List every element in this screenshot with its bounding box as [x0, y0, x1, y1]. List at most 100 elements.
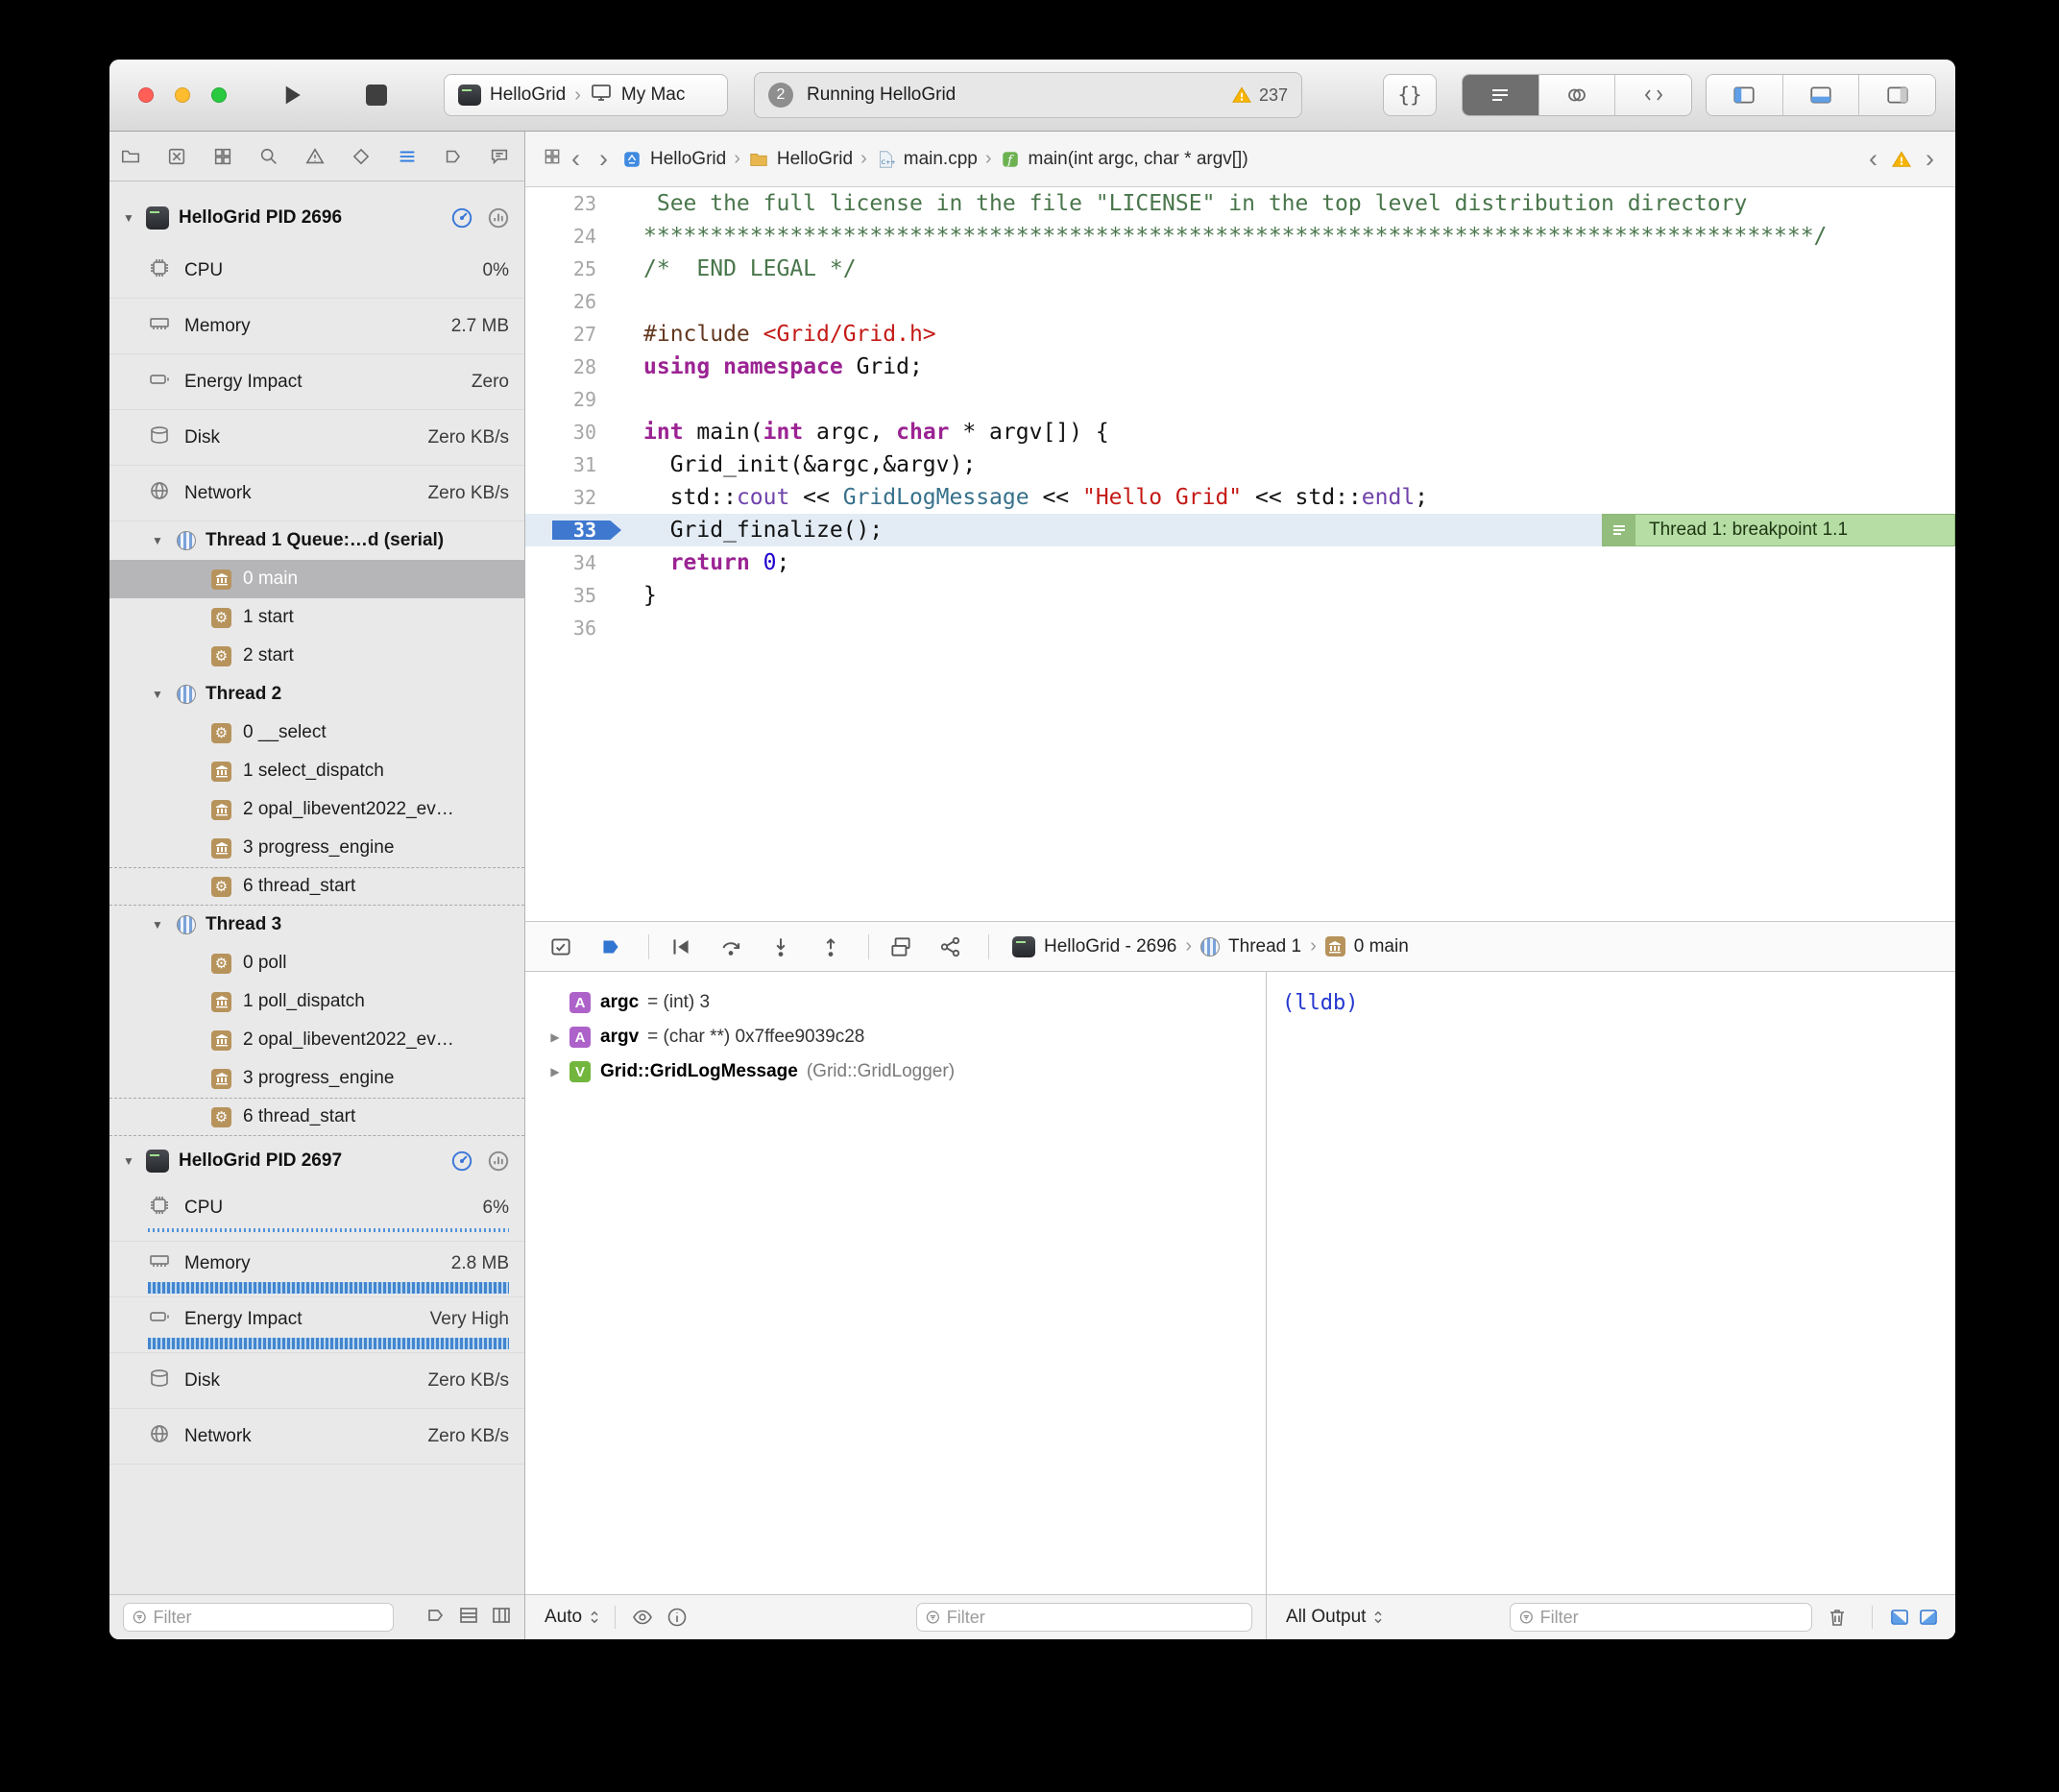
breakpoints-toggle-button[interactable] — [596, 932, 625, 961]
disclosure-triangle-icon[interactable]: ▶ — [541, 1065, 569, 1078]
symbol-navigator-icon[interactable] — [209, 143, 236, 170]
stack-frame-row[interactable]: 2 opal_libevent2022_ev… — [109, 1021, 524, 1059]
breadcrumb-thread[interactable]: Thread 1 — [1228, 936, 1301, 957]
continue-button[interactable] — [666, 932, 695, 961]
source-editor[interactable]: 23 See the full license in the file "LIC… — [525, 187, 1955, 921]
stack-frame-row[interactable]: 1 select_dispatch — [109, 752, 524, 790]
variable-row[interactable]: ▶VGrid::GridLogMessage(Grid::GridLogger) — [525, 1054, 1266, 1089]
assistant-editor-button[interactable] — [1538, 75, 1615, 115]
stack-frame-row[interactable]: ⚙0 __select — [109, 714, 524, 752]
bars-gauge-icon[interactable] — [486, 206, 511, 230]
disclosure-triangle-icon[interactable]: ▼ — [152, 534, 167, 547]
stack-frame-row[interactable]: ⚙0 poll — [109, 944, 524, 982]
code-line-29[interactable]: 29 — [525, 383, 1955, 416]
breadcrumb-group[interactable]: HelloGrid — [748, 149, 853, 170]
line-number[interactable]: 32 — [525, 486, 606, 509]
view-hierarchy-button[interactable] — [886, 932, 915, 961]
breadcrumb-symbol[interactable]: f main(int argc, char * argv[]) — [1000, 149, 1248, 170]
previous-issue-button[interactable]: ‹ — [1865, 146, 1881, 172]
breakpoint-navigator-icon[interactable] — [440, 143, 467, 170]
code-line-24[interactable]: 24**************************************… — [525, 220, 1955, 253]
debug-navigator-icon[interactable] — [394, 143, 421, 170]
step-over-button[interactable] — [716, 932, 745, 961]
code-line-32[interactable]: 32 std::cout << GridLogMessage << "Hello… — [525, 481, 1955, 514]
source-control-navigator-icon[interactable] — [163, 143, 190, 170]
code-line-33[interactable]: 33 Grid_finalize();Thread 1: breakpoint … — [525, 514, 1955, 546]
info-icon[interactable] — [664, 1604, 690, 1631]
disclosure-triangle-icon[interactable]: ▶ — [541, 1030, 569, 1044]
related-items-icon[interactable] — [543, 147, 562, 172]
process-header[interactable]: ▼HelloGrid PID 2697 — [109, 1136, 524, 1186]
speedometer-gauge-icon[interactable] — [449, 206, 474, 230]
code-line-26[interactable]: 26 — [525, 285, 1955, 318]
breadcrumb-project[interactable]: HelloGrid — [621, 149, 726, 170]
toggle-variables-pane-button[interactable] — [1886, 1604, 1913, 1631]
stack-frame-row[interactable]: 1 poll_dispatch — [109, 982, 524, 1021]
memory-graph-button[interactable] — [936, 932, 965, 961]
minimize-button[interactable] — [175, 87, 190, 103]
forward-button[interactable]: › — [590, 146, 618, 172]
stack-frame-row[interactable]: 0 main — [109, 560, 524, 598]
thread-row[interactable]: ▼Thread 1 Queue:…d (serial) — [109, 521, 524, 560]
speedometer-gauge-icon[interactable] — [449, 1149, 474, 1174]
zoom-button[interactable] — [211, 87, 227, 103]
code-line-35[interactable]: 35} — [525, 579, 1955, 612]
line-number[interactable]: 25 — [525, 257, 606, 280]
line-number[interactable]: 36 — [525, 617, 606, 640]
run-button[interactable] — [273, 76, 311, 114]
code-line-30[interactable]: 30int main(int argc, char * argv[]) { — [525, 416, 1955, 448]
stack-frame-row[interactable]: 2 opal_libevent2022_ev… — [109, 790, 524, 829]
code-line-28[interactable]: 28using namespace Grid; — [525, 351, 1955, 383]
debug-area-toggle-button[interactable] — [546, 932, 575, 961]
console-scope-selector[interactable]: All Output — [1286, 1607, 1385, 1628]
clear-console-trash-button[interactable] — [1824, 1604, 1851, 1631]
quicklook-eye-icon[interactable] — [629, 1604, 656, 1631]
line-number[interactable]: 24 — [525, 225, 606, 248]
breadcrumb-frame[interactable]: 0 main — [1354, 936, 1409, 957]
variables-filter-field[interactable] — [916, 1603, 1252, 1632]
next-issue-button[interactable]: › — [1922, 146, 1938, 172]
line-number[interactable]: 26 — [525, 290, 606, 313]
variable-row[interactable]: Aargc= (int) 3 — [525, 985, 1266, 1020]
bars-gauge-icon[interactable] — [486, 1149, 511, 1174]
disclosure-triangle-icon[interactable]: ▼ — [123, 1154, 138, 1168]
console-filter-input[interactable] — [1540, 1608, 1804, 1628]
code-line-34[interactable]: 34 return 0; — [525, 546, 1955, 579]
version-editor-button[interactable] — [1614, 75, 1691, 115]
thread-row[interactable]: ▼Thread 3 — [109, 906, 524, 944]
code-line-25[interactable]: 25/* END LEGAL */ — [525, 253, 1955, 285]
breadcrumb-file[interactable]: C++ main.cpp — [875, 149, 978, 170]
breakpoints-filter-icon[interactable] — [424, 1604, 448, 1632]
breadcrumb-process[interactable]: HelloGrid - 2696 — [1044, 936, 1176, 957]
toggle-debug-area-button[interactable] — [1782, 75, 1859, 115]
line-number[interactable]: 23 — [525, 192, 606, 215]
line-number[interactable]: 30 — [525, 421, 606, 444]
stack-frame-row[interactable]: ⚙6 thread_start — [109, 867, 524, 906]
test-navigator-icon[interactable] — [348, 143, 375, 170]
find-navigator-icon[interactable] — [255, 143, 282, 170]
thread-row[interactable]: ▼Thread 2 — [109, 675, 524, 714]
close-button[interactable] — [138, 87, 154, 103]
line-number[interactable]: 28 — [525, 355, 606, 378]
stack-frame-row[interactable]: ⚙6 thread_start — [109, 1098, 524, 1136]
task-count-badge[interactable]: 2 — [768, 83, 793, 108]
variables-filter-input[interactable] — [947, 1608, 1244, 1628]
process-header[interactable]: ▼HelloGrid PID 2696 — [109, 193, 524, 243]
line-number[interactable]: 34 — [525, 551, 606, 574]
line-number[interactable]: 29 — [525, 388, 606, 411]
project-navigator-icon[interactable] — [117, 143, 144, 170]
code-line-23[interactable]: 23 See the full license in the file "LIC… — [525, 187, 1955, 220]
console-output[interactable]: (lldb) — [1267, 972, 1955, 1594]
line-number[interactable]: 31 — [525, 453, 606, 476]
toggle-inspector-button[interactable] — [1858, 75, 1935, 115]
disclosure-triangle-icon[interactable]: ▼ — [123, 211, 138, 225]
stack-frame-row[interactable]: ⚙1 start — [109, 598, 524, 637]
step-out-button[interactable] — [816, 932, 845, 961]
code-line-27[interactable]: 27#include <Grid/Grid.h> — [525, 318, 1955, 351]
stop-button[interactable] — [357, 76, 396, 114]
line-number[interactable]: 35 — [525, 584, 606, 607]
console-filter-field[interactable] — [1510, 1603, 1812, 1632]
step-into-button[interactable] — [766, 932, 795, 961]
navigator-filter-input[interactable] — [153, 1608, 385, 1628]
code-line-31[interactable]: 31 Grid_init(&argc,&argv); — [525, 448, 1955, 481]
